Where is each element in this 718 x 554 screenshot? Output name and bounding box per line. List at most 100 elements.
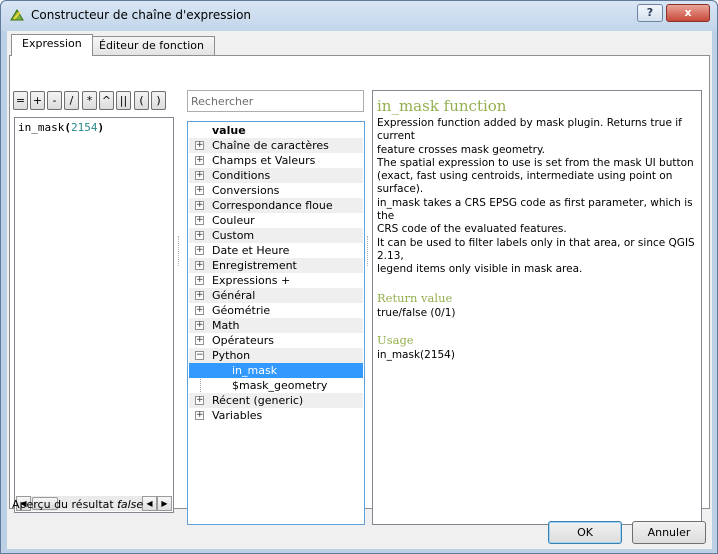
help-function-title: in_mask function: [377, 97, 507, 115]
function-tree[interactable]: value + Chaîne de caractères + Champs et…: [187, 121, 365, 525]
qgis-app-icon: [10, 9, 24, 21]
usage-heading: Usage: [377, 332, 414, 347]
help-description-line: The spatial expression to use is set fro…: [377, 156, 694, 169]
tree-item-geometrie[interactable]: + Géométrie: [189, 303, 363, 318]
help-description-line: It can be used to filter labels only in …: [377, 236, 695, 262]
expand-plus-icon[interactable]: +: [195, 336, 204, 345]
preview-value: false: [117, 498, 144, 511]
tree-item-chaine-de-caracteres[interactable]: + Chaîne de caractères: [189, 138, 363, 153]
tree-item-label: $mask_geometry: [232, 379, 328, 392]
tree-item-custom[interactable]: + Custom: [189, 228, 363, 243]
tree-item-math[interactable]: + Math: [189, 318, 363, 333]
help-description: Expression function added by mask plugin…: [377, 117, 697, 277]
tree-item-value[interactable]: value: [189, 123, 363, 138]
tree-item-in-mask[interactable]: in_mask: [189, 363, 363, 378]
tab-expression[interactable]: Expression: [11, 34, 93, 56]
tree-item-general[interactable]: + Général: [189, 288, 363, 303]
expression-open-paren: (: [64, 121, 71, 134]
title-bar[interactable]: Constructeur de chaîne d'expression ? x: [1, 1, 717, 31]
tree-item-label: Général: [212, 289, 256, 302]
window-title: Constructeur de chaîne d'expression: [31, 8, 252, 22]
tree-item-label: Expressions +: [212, 274, 291, 287]
tree-item-python[interactable]: − Python: [189, 348, 363, 363]
tree-item-label: value: [212, 124, 246, 137]
tree-item-label: Récent (generic): [212, 394, 304, 407]
expand-plus-icon[interactable]: +: [195, 201, 204, 210]
help-button[interactable]: ?: [637, 4, 663, 22]
operator-power-button[interactable]: ^: [99, 91, 114, 110]
tree-item-label: Chaîne de caractères: [212, 139, 329, 152]
dialog-body: Expression Éditeur de fonction = + - / *…: [7, 31, 712, 549]
expression-builder-window: Constructeur de chaîne d'expression ? x …: [0, 0, 718, 554]
expression-text: in_mask(2154): [18, 121, 104, 134]
expand-plus-icon[interactable]: +: [195, 186, 204, 195]
operator-minus-button[interactable]: -: [47, 91, 62, 110]
tree-item-label: Custom: [212, 229, 255, 242]
expression-argument: 2154: [70, 121, 98, 134]
expand-plus-icon[interactable]: +: [195, 156, 204, 165]
help-description-line: Expression function added by mask plugin…: [377, 117, 682, 143]
tree-item-couleur[interactable]: + Couleur: [189, 213, 363, 228]
expand-plus-icon[interactable]: +: [195, 261, 204, 270]
tree-item-enregistrement[interactable]: + Enregistrement: [189, 258, 363, 273]
tree-item-recent-generic[interactable]: + Récent (generic): [189, 393, 363, 408]
help-description-line: CRS code of the evaluated features.: [377, 223, 567, 236]
expression-close-paren: ): [97, 121, 105, 134]
operator-divide-button[interactable]: /: [64, 91, 79, 110]
tree-item-label: Date et Heure: [212, 244, 290, 257]
search-input[interactable]: [187, 90, 364, 112]
tree-item-label: Enregistrement: [212, 259, 297, 272]
tree-item-expressions-plus[interactable]: + Expressions +: [189, 273, 363, 288]
splitter-handle-right[interactable]: [367, 236, 369, 266]
operator-plus-button[interactable]: +: [30, 91, 45, 110]
expression-function-name: in_mask: [18, 121, 65, 134]
expand-plus-icon[interactable]: +: [195, 276, 204, 285]
tree-item-operateurs[interactable]: + Opérateurs: [189, 333, 363, 348]
scroll-right-arrow-icon[interactable]: ▶: [157, 496, 172, 511]
expand-plus-icon[interactable]: +: [195, 321, 204, 330]
tree-item-variables[interactable]: + Variables: [189, 408, 363, 423]
splitter-handle-left[interactable]: [178, 236, 180, 266]
expression-tab-panel: = + - / * ^ || ( ) in_mask(2154) ◀ ◀ ▶ R…: [9, 55, 710, 525]
help-description-line: (exact, fast using centroids, intermedia…: [377, 170, 673, 196]
tree-item-champs-et-valeurs[interactable]: + Champs et Valeurs: [189, 153, 363, 168]
expand-plus-icon[interactable]: +: [195, 291, 204, 300]
operator-open-paren-button[interactable]: (: [134, 91, 149, 110]
collapse-minus-icon[interactable]: −: [195, 351, 204, 360]
ok-button[interactable]: OK: [548, 521, 622, 544]
tab-function-editor[interactable]: Éditeur de fonction: [88, 36, 215, 56]
expand-plus-icon[interactable]: +: [195, 216, 204, 225]
return-value-heading: Return value: [377, 290, 453, 305]
tree-item-date-et-heure[interactable]: + Date et Heure: [189, 243, 363, 258]
tree-item-label: Champs et Valeurs: [212, 154, 316, 167]
scroll-left-arrow-icon[interactable]: ◀: [142, 496, 157, 511]
cancel-button[interactable]: Annuler: [632, 521, 706, 544]
expand-plus-icon[interactable]: +: [195, 141, 204, 150]
tree-item-label: Python: [212, 349, 251, 362]
expand-plus-icon[interactable]: +: [195, 246, 204, 255]
tree-item-label: Conditions: [212, 169, 271, 182]
expand-plus-icon[interactable]: +: [195, 231, 204, 240]
tree-item-correspondance-floue[interactable]: + Correspondance floue: [189, 198, 363, 213]
tree-item-conversions[interactable]: + Conversions: [189, 183, 363, 198]
help-description-line: feature crosses mask geometry.: [377, 143, 546, 156]
tree-item-label: Géométrie: [212, 304, 271, 317]
return-value-text: true/false (0/1): [377, 306, 456, 319]
operator-equals-button[interactable]: =: [13, 91, 28, 110]
expand-plus-icon[interactable]: +: [195, 171, 204, 180]
preview-label: Aperçu du résultat :: [12, 498, 121, 511]
expression-editor[interactable]: in_mask(2154) ◀ ◀ ▶: [14, 117, 174, 513]
expand-plus-icon[interactable]: +: [195, 306, 204, 315]
operator-close-paren-button[interactable]: ): [151, 91, 166, 110]
expand-plus-icon[interactable]: +: [195, 411, 204, 420]
expand-plus-icon[interactable]: +: [195, 396, 204, 405]
close-button[interactable]: x: [666, 4, 710, 22]
tree-item-label: Variables: [212, 409, 263, 422]
tree-item-conditions[interactable]: + Conditions: [189, 168, 363, 183]
tree-item-label: Opérateurs: [212, 334, 274, 347]
help-description-line: in_mask takes a CRS EPSG code as first p…: [377, 196, 693, 223]
tree-item-mask-geometry[interactable]: $mask_geometry: [189, 378, 363, 393]
tree-item-label: Couleur: [212, 214, 255, 227]
operator-multiply-button[interactable]: *: [82, 91, 97, 110]
operator-concat-button[interactable]: ||: [116, 91, 131, 110]
